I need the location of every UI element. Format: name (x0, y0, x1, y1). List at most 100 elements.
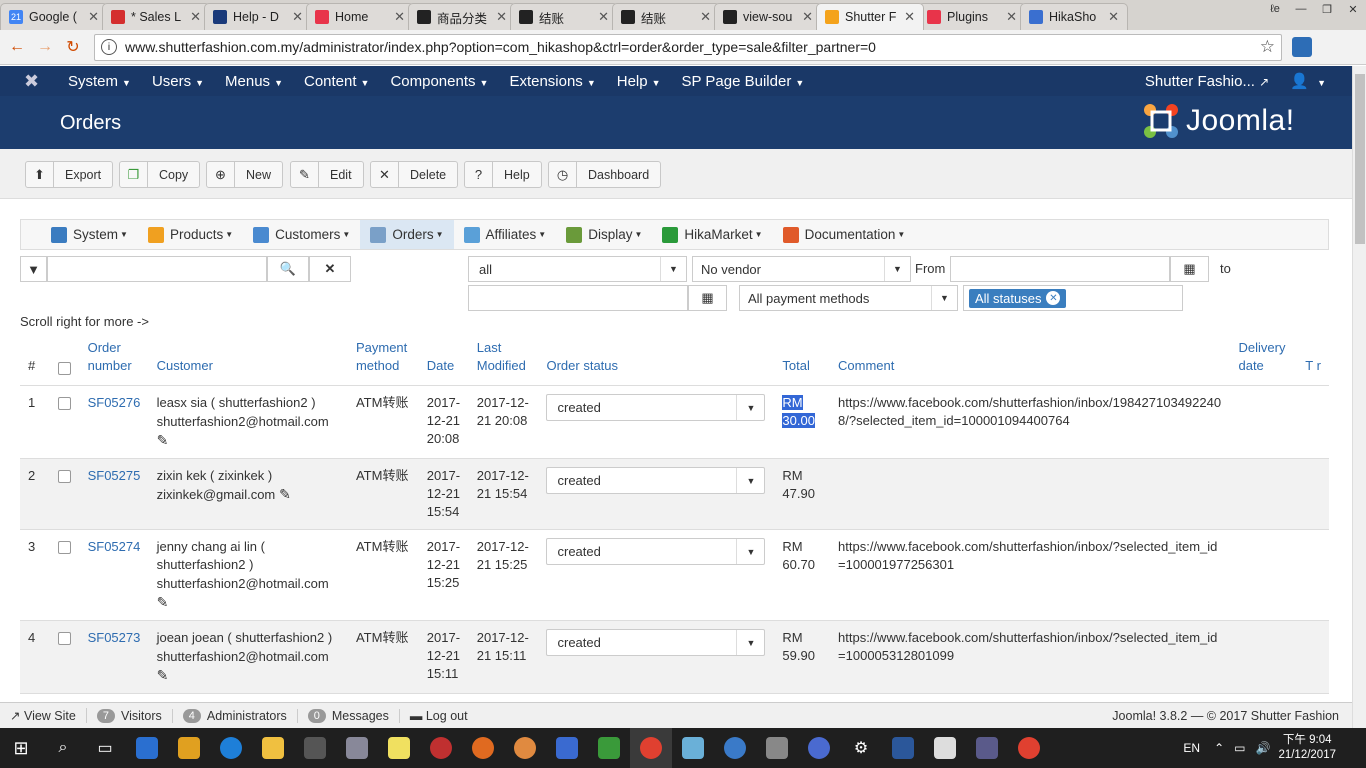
topmenu-item-components[interactable]: Components ▼ (390, 73, 488, 90)
topmenu-item-users[interactable]: Users ▼ (152, 73, 204, 90)
new-button[interactable]: ⊕ New (206, 161, 284, 188)
browser-tab[interactable]: Plugins ✕ (918, 3, 1026, 30)
order-number-link[interactable]: SF05276 (88, 395, 141, 410)
edit-pencil-icon[interactable]: ✎ (157, 432, 169, 448)
col-total[interactable]: Total (774, 333, 831, 386)
close-tab-icon[interactable]: ✕ (802, 9, 813, 25)
close-tab-icon[interactable]: ✕ (598, 9, 609, 25)
language-indicator[interactable]: EN (1183, 741, 1200, 755)
to-calendar-button[interactable]: ▦ (688, 285, 727, 311)
profile-icon[interactable]: ℓe (1262, 0, 1288, 18)
order-number-link[interactable]: SF05273 (88, 630, 141, 645)
chrome-icon[interactable] (630, 728, 672, 768)
col-comment[interactable]: Comment (830, 333, 1231, 386)
col-delivery[interactable]: Delivery date (1230, 333, 1298, 386)
subnav-item-customers[interactable]: Customers ▼ (243, 220, 360, 249)
app-icon[interactable] (714, 728, 756, 768)
edit-button[interactable]: ✎ Edit (290, 161, 364, 188)
topmenu-item-menus[interactable]: Menus ▼ (225, 73, 283, 90)
payment-method-select[interactable]: All payment methods ▼ (739, 285, 958, 311)
browser-tab[interactable]: view-sou ✕ (714, 3, 822, 30)
visitors-link[interactable]: 7 Visitors (96, 708, 173, 723)
close-tab-icon[interactable]: ✕ (88, 9, 99, 25)
browser-tab[interactable]: 21 Google (✕ (0, 3, 108, 30)
close-tab-icon[interactable]: ✕ (394, 9, 405, 25)
export-button[interactable]: ⬆ Export (25, 161, 114, 188)
col-date[interactable]: Date (418, 333, 469, 386)
subnav-item-display[interactable]: Display ▼ (556, 220, 652, 249)
dashboard-button[interactable]: ◷ Dashboard (548, 161, 662, 188)
vendor-select[interactable]: No vendor ▼ (692, 256, 911, 282)
messages-link[interactable]: 0 Messages (307, 708, 400, 723)
from-date-input[interactable] (950, 256, 1170, 282)
col-extra[interactable]: T r (1297, 333, 1329, 386)
site-name-link[interactable]: Shutter Fashio... ↗ (1145, 73, 1269, 90)
url-input[interactable]: i www.shutterfashion.com.my/administrato… (94, 33, 1282, 61)
col-status[interactable]: Order status (538, 333, 775, 386)
copy-button[interactable]: ❐ Copy (119, 161, 201, 188)
browser-tab[interactable]: 结账 ✕ (510, 3, 618, 30)
subnav-item-products[interactable]: Products ▼ (138, 220, 243, 249)
app-icon[interactable] (420, 728, 462, 768)
app-icon[interactable] (294, 728, 336, 768)
row-checkbox[interactable] (57, 397, 71, 410)
folder-icon[interactable] (252, 728, 294, 768)
close-window-icon[interactable]: ✕ (1340, 0, 1366, 18)
administrators-link[interactable]: 4 Administrators (182, 708, 298, 723)
subnav-item-orders[interactable]: Orders ▼ (360, 220, 454, 249)
app-icon[interactable] (966, 728, 1008, 768)
close-tab-icon[interactable]: ✕ (904, 9, 915, 25)
calculator-icon[interactable] (756, 728, 798, 768)
topmenu-item-sp-page-builder[interactable]: SP Page Builder ▼ (682, 73, 805, 90)
browser-tab[interactable]: Shutter F ✕ (816, 3, 924, 30)
order-status-select[interactable]: created ▼ (546, 629, 766, 656)
col-modified[interactable]: Last Modified (468, 333, 539, 386)
back-icon[interactable]: ← (6, 38, 28, 56)
clear-search-button[interactable]: ✕ (309, 256, 351, 282)
user-menu[interactable]: 👤 ▼ (1290, 72, 1326, 90)
browser-tab[interactable]: Home ✕ (306, 3, 414, 30)
windows-start-icon[interactable]: ⊞ (0, 728, 42, 768)
reload-icon[interactable]: ↻ (62, 37, 84, 57)
app-icon[interactable] (126, 728, 168, 768)
store-icon[interactable] (168, 728, 210, 768)
search-button[interactable]: 🔍 (267, 256, 309, 282)
col-customer[interactable]: Customer (148, 333, 348, 386)
from-calendar-button[interactable]: ▦ (1170, 256, 1209, 282)
topmenu-item-system[interactable]: System ▼ (68, 73, 131, 90)
ie-icon[interactable] (210, 728, 252, 768)
search-icon[interactable]: ⌕ (42, 728, 84, 768)
col-order-number[interactable]: Order number (79, 333, 149, 386)
app-icon[interactable] (798, 728, 840, 768)
order-type-select[interactable]: all ▼ (468, 256, 687, 282)
settings-icon[interactable]: ⚙ (840, 728, 882, 768)
topmenu-item-help[interactable]: Help ▼ (617, 73, 661, 90)
subnav-item-hikamarket[interactable]: HikaMarket ▼ (652, 220, 772, 249)
info-icon[interactable]: i (101, 39, 117, 55)
close-tab-icon[interactable]: ✕ (1006, 9, 1017, 25)
topmenu-item-extensions[interactable]: Extensions ▼ (509, 73, 595, 90)
network-icon[interactable]: ▭ (1234, 741, 1245, 755)
photos-icon[interactable] (924, 728, 966, 768)
restore-icon[interactable]: ❐ (1314, 0, 1340, 18)
select-all-checkbox[interactable] (57, 362, 71, 375)
joomla-menu-icon[interactable]: ✖ (24, 71, 46, 92)
help-button[interactable]: ? Help (464, 161, 542, 188)
remove-tag-icon[interactable]: ✕ (1046, 291, 1061, 305)
edit-pencil-icon[interactable]: ✎ (157, 594, 169, 610)
subnav-item-system[interactable]: System ▼ (41, 220, 138, 249)
extension-icon[interactable] (1292, 37, 1312, 57)
app-icon[interactable] (336, 728, 378, 768)
order-status-select[interactable]: created ▼ (546, 538, 766, 565)
browser-tab[interactable]: 结账 ✕ (612, 3, 720, 30)
minimize-icon[interactable]: — (1288, 0, 1314, 18)
topmenu-item-content[interactable]: Content ▼ (304, 73, 369, 90)
page-scrollbar[interactable] (1352, 66, 1366, 728)
volume-icon[interactable]: 🔊 (1255, 741, 1270, 755)
search-input[interactable] (47, 256, 267, 282)
close-tab-icon[interactable]: ✕ (292, 9, 303, 25)
edit-pencil-icon[interactable]: ✎ (157, 667, 169, 683)
word-icon[interactable] (882, 728, 924, 768)
close-tab-icon[interactable]: ✕ (1108, 9, 1119, 25)
app-icon[interactable] (588, 728, 630, 768)
